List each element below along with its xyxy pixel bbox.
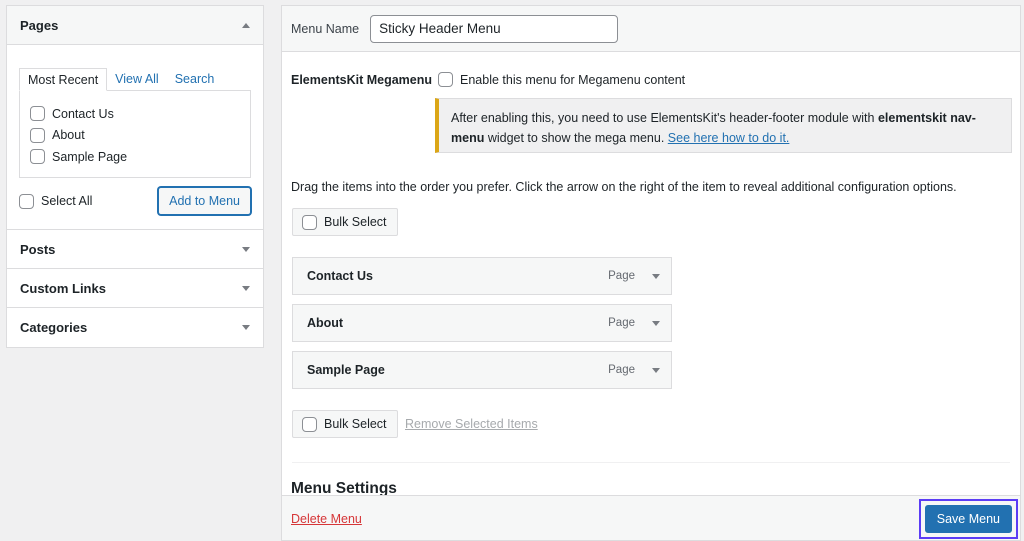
select-all-checkbox[interactable] xyxy=(19,193,34,209)
menu-item-type: Page xyxy=(608,364,635,376)
pages-section-body: Most Recent View All Search Contact Us A… xyxy=(7,45,263,230)
pages-section-title: Pages xyxy=(20,17,59,33)
tab-most-recent[interactable]: Most Recent xyxy=(19,68,108,91)
page-item-label: Sample Page xyxy=(52,149,128,164)
expand-arrow-icon[interactable] xyxy=(242,325,250,330)
expand-arrow-icon[interactable] xyxy=(242,246,250,252)
menu-item[interactable]: About Page xyxy=(292,304,672,342)
megamenu-notice: After enabling this, you need to use Ele… xyxy=(435,98,1012,153)
pages-tabs: Most Recent View All Search xyxy=(19,68,251,91)
page-item-label: About xyxy=(52,128,85,143)
bulk-select-label: Bulk Select xyxy=(324,417,387,431)
posts-section-title: Posts xyxy=(20,241,56,257)
menu-name-input[interactable] xyxy=(370,14,619,43)
menu-item-type: Page xyxy=(608,270,635,282)
collapse-arrow-icon[interactable] xyxy=(242,22,250,28)
bulk-select-button-bottom[interactable]: Bulk Select xyxy=(292,410,398,438)
menu-header: Menu Name xyxy=(282,6,1020,52)
page-item: Sample Page xyxy=(30,146,240,168)
page-checkbox[interactable] xyxy=(30,106,45,122)
categories-section-title: Categories xyxy=(20,320,88,335)
megamenu-checkbox[interactable] xyxy=(438,72,454,87)
tab-view-all[interactable]: View All xyxy=(107,68,167,91)
menu-structure-panel: Menu Name ElementsKit Megamenu Enable th… xyxy=(281,5,1021,541)
menu-item[interactable]: Sample Page Page xyxy=(292,351,672,389)
save-menu-button[interactable]: Save Menu xyxy=(924,505,1012,533)
megamenu-checkbox-label: Enable this menu for Megamenu content xyxy=(460,72,686,87)
pages-section-header[interactable]: Pages xyxy=(7,6,263,45)
megamenu-row: ElementsKit Megamenu Enable this menu fo… xyxy=(291,72,685,87)
pages-list: Contact Us About Sample Page xyxy=(19,90,251,178)
drag-instructions: Drag the items into the order you prefer… xyxy=(291,180,957,194)
tab-search[interactable]: Search xyxy=(167,68,223,91)
select-all: Select All xyxy=(19,193,93,209)
item-expand-arrow-icon[interactable] xyxy=(652,320,660,326)
bulk-select-button[interactable]: Bulk Select xyxy=(292,208,398,236)
bulk-select-label: Bulk Select xyxy=(324,215,387,229)
notice-text: widget to show the mega menu. xyxy=(484,131,668,145)
notice-text: After enabling this, you need to use Ele… xyxy=(451,111,878,125)
remove-selected-items-link[interactable]: Remove Selected Items xyxy=(405,417,538,431)
page-item-label: Contact Us xyxy=(52,106,114,121)
save-menu-highlight: Save Menu xyxy=(918,499,1018,539)
page-checkbox[interactable] xyxy=(30,127,45,143)
page-item: Contact Us xyxy=(30,103,240,125)
delete-menu-link[interactable]: Delete Menu xyxy=(291,512,362,526)
menu-item-title: Contact Us xyxy=(307,269,373,283)
item-expand-arrow-icon[interactable] xyxy=(652,273,660,279)
select-all-label: Select All xyxy=(41,194,93,208)
menu-name-label: Menu Name xyxy=(291,21,360,36)
categories-section-header[interactable]: Categories xyxy=(7,308,263,347)
menu-settings-heading: Menu Settings xyxy=(291,480,397,495)
menu-item[interactable]: Contact Us Page xyxy=(292,257,672,295)
menu-footer: Delete Menu Save Menu xyxy=(282,495,1020,540)
bulk-select-checkbox[interactable] xyxy=(302,214,317,230)
pages-actions: Select All Add to Menu xyxy=(19,187,251,215)
expand-arrow-icon[interactable] xyxy=(242,285,250,291)
menu-item-title: About xyxy=(307,316,344,330)
menu-item-type: Page xyxy=(608,317,635,329)
section-divider xyxy=(292,462,1010,463)
megamenu-label: ElementsKit Megamenu xyxy=(291,72,433,87)
page-checkbox[interactable] xyxy=(30,149,45,165)
item-expand-arrow-icon[interactable] xyxy=(652,367,660,373)
add-menu-items-panel: Pages Most Recent View All Search Contac… xyxy=(6,5,264,348)
custom-links-section-header[interactable]: Custom Links xyxy=(7,269,263,308)
notice-help-link[interactable]: See here how to do it. xyxy=(668,131,790,145)
custom-links-section-title: Custom Links xyxy=(20,280,106,296)
add-to-menu-button[interactable]: Add to Menu xyxy=(158,187,251,215)
menu-item-title: Sample Page xyxy=(307,363,385,377)
posts-section-header[interactable]: Posts xyxy=(7,230,263,269)
page-item: About xyxy=(30,125,240,147)
bulk-select-checkbox[interactable] xyxy=(302,416,317,432)
